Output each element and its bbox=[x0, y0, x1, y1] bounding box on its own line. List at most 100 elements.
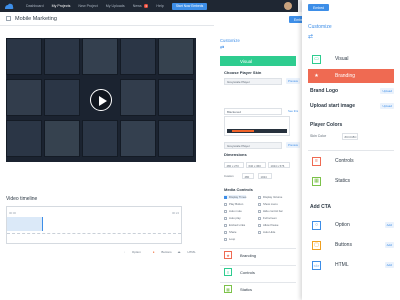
control-checkbox-label: Auto mute bbox=[229, 209, 242, 213]
control-checkbox[interactable]: Play Button bbox=[224, 202, 243, 206]
video-thumbnail bbox=[120, 78, 157, 117]
video-player[interactable] bbox=[6, 38, 196, 162]
option-icon: ○ bbox=[312, 220, 321, 230]
sidebar-item-statics[interactable]: ▦ Statics bbox=[308, 174, 394, 188]
control-checkbox[interactable]: Display Volume bbox=[258, 195, 282, 199]
skin-option[interactable]: Greyscale Player bbox=[224, 142, 282, 149]
cta-label: HTML bbox=[335, 262, 349, 268]
avatar[interactable] bbox=[284, 2, 292, 10]
control-checkbox[interactable]: Show menu bbox=[258, 202, 278, 206]
cta-option[interactable]: ○ Option bbox=[308, 218, 394, 232]
checkbox-icon bbox=[258, 230, 261, 234]
dimension-option[interactable]: 640 x 360 bbox=[246, 162, 266, 168]
video-timeline-label: Video timeline bbox=[6, 196, 38, 202]
video-thumbnail bbox=[6, 119, 43, 158]
checkbox-icon bbox=[224, 195, 227, 199]
custom-width-input[interactable]: 480 bbox=[242, 173, 254, 179]
add-buttons-button[interactable]: Add bbox=[384, 242, 394, 248]
sliders-icon: ≡ bbox=[224, 268, 232, 276]
go-pro-button[interactable]: Start Now Embeds bbox=[171, 2, 208, 10]
control-checkbox[interactable]: Auto play bbox=[224, 216, 241, 220]
control-checkbox[interactable]: Full screen bbox=[258, 216, 277, 220]
nav-new-project[interactable]: New Project bbox=[78, 0, 97, 12]
visual-section-header[interactable]: Visual bbox=[220, 56, 296, 66]
add-option-button[interactable]: Add bbox=[384, 222, 394, 228]
nav-news-label: News bbox=[132, 4, 142, 8]
checkbox-icon bbox=[258, 223, 261, 227]
skin-option-selected[interactable]: Blackened bbox=[224, 108, 282, 115]
sidebar-item-branding[interactable]: ★ Branding bbox=[220, 248, 296, 261]
control-checkbox[interactable]: Share bbox=[224, 230, 236, 234]
brand-logo-heading: Brand Logo bbox=[310, 88, 339, 94]
code-icon: </> bbox=[312, 260, 321, 270]
timeline-selection-range[interactable] bbox=[7, 217, 43, 231]
nav-my-projects[interactable]: My Projects bbox=[52, 0, 71, 12]
control-checkbox[interactable]: Auto mute bbox=[224, 209, 242, 213]
sidebar-item-label: Controls bbox=[335, 158, 354, 164]
swap-icon[interactable]: ⇄ bbox=[308, 33, 313, 40]
home-icon[interactable] bbox=[6, 16, 11, 21]
video-thumbnail bbox=[6, 38, 43, 76]
control-checkbox[interactable]: Auto Hide bbox=[258, 230, 275, 234]
news-badge: 3 bbox=[143, 4, 149, 8]
skin-color-label: Skin Color bbox=[310, 134, 327, 138]
preview-button[interactable]: Preview bbox=[286, 142, 300, 148]
nav-dashboard[interactable]: Dashboard bbox=[26, 0, 44, 12]
timeline-axis bbox=[7, 233, 181, 234]
star-icon: ★ bbox=[314, 73, 319, 79]
embed-button[interactable]: Embed bbox=[308, 4, 330, 11]
video-timeline[interactable]: 00:00 00:24 bbox=[6, 206, 182, 244]
legend-option-label: Option bbox=[131, 250, 141, 254]
checkbox-icon bbox=[258, 195, 261, 199]
control-checkbox[interactable]: Display Times bbox=[224, 195, 247, 199]
control-checkbox-label: Hide control bar bbox=[263, 209, 283, 213]
upload-logo-button[interactable]: Upload bbox=[380, 88, 394, 94]
video-thumbnail bbox=[158, 38, 195, 76]
play-button-icon[interactable] bbox=[90, 89, 112, 111]
video-thumbnail bbox=[120, 119, 157, 158]
cta-html[interactable]: </> HTML bbox=[308, 258, 394, 272]
control-checkbox[interactable]: Loop bbox=[224, 237, 235, 241]
project-title-bar: Mobile Marketing bbox=[0, 12, 214, 26]
control-checkbox[interactable]: Allow Pause bbox=[258, 223, 278, 227]
cta-buttons[interactable]: ▢ Buttons bbox=[308, 238, 394, 252]
checkbox-icon bbox=[224, 230, 227, 234]
timeline-end-time: 00:24 bbox=[172, 211, 179, 215]
nav-help[interactable]: Help bbox=[156, 0, 163, 12]
control-checkbox-label: Embed Links bbox=[229, 223, 246, 227]
skin-option[interactable]: Greyscale Player bbox=[224, 78, 282, 85]
nav-my-uploads[interactable]: My Uploads bbox=[106, 0, 125, 12]
dimension-option[interactable]: 480 x 270 bbox=[224, 162, 244, 168]
sidebar-item-visual[interactable]: ▭ Visual bbox=[308, 52, 394, 66]
custom-height-input[interactable]: 1024 bbox=[258, 173, 272, 179]
brand-logo-icon[interactable] bbox=[0, 0, 18, 12]
control-checkbox-label: Share bbox=[229, 230, 237, 234]
customize-panel: Embed Customize ⇄ Visual Choose Player S… bbox=[214, 12, 310, 300]
checkbox-icon bbox=[224, 237, 227, 241]
top-navigation-bar: Dashboard My Projects New Project My Upl… bbox=[0, 0, 298, 12]
swap-icon[interactable]: ⇄ bbox=[220, 45, 224, 51]
sidebar-item-controls[interactable]: ≡ Controls bbox=[308, 154, 394, 168]
control-checkbox-label: Auto play bbox=[229, 216, 241, 220]
see-all-link[interactable]: See this bbox=[286, 108, 300, 114]
checkbox-icon bbox=[224, 209, 227, 213]
dimension-option[interactable]: 1024 x 576 bbox=[268, 162, 290, 168]
control-checkbox[interactable]: Embed Links bbox=[224, 223, 245, 227]
sidebar-item-controls[interactable]: ≡ Controls bbox=[220, 265, 296, 278]
upload-start-image-button[interactable]: Upload bbox=[380, 103, 394, 109]
nav-news[interactable]: News 3 bbox=[133, 0, 149, 12]
control-checkbox[interactable]: Hide control bar bbox=[258, 209, 283, 213]
add-html-button[interactable]: Add bbox=[384, 262, 394, 268]
editor-main-panel: Mobile Marketing Video timeline 00:00 00… bbox=[0, 12, 214, 300]
preview-button[interactable]: Preview bbox=[286, 78, 300, 84]
legend-html: ◂▸ HTML bbox=[177, 250, 196, 254]
video-thumbnail bbox=[44, 78, 81, 117]
checkbox-icon bbox=[258, 216, 261, 220]
skin-color-input[interactable]: #CCC8C bbox=[342, 133, 358, 140]
image-icon: ▭ bbox=[312, 54, 321, 64]
sidebar-item-statics[interactable]: ▦ Statics bbox=[220, 282, 296, 295]
sidebar-item-branding[interactable]: ★ Branding bbox=[308, 69, 394, 83]
control-checkbox-label: Full screen bbox=[263, 216, 277, 220]
control-checkbox-label: Display Times bbox=[229, 195, 247, 199]
skin-option-label: Blackened bbox=[227, 110, 242, 114]
